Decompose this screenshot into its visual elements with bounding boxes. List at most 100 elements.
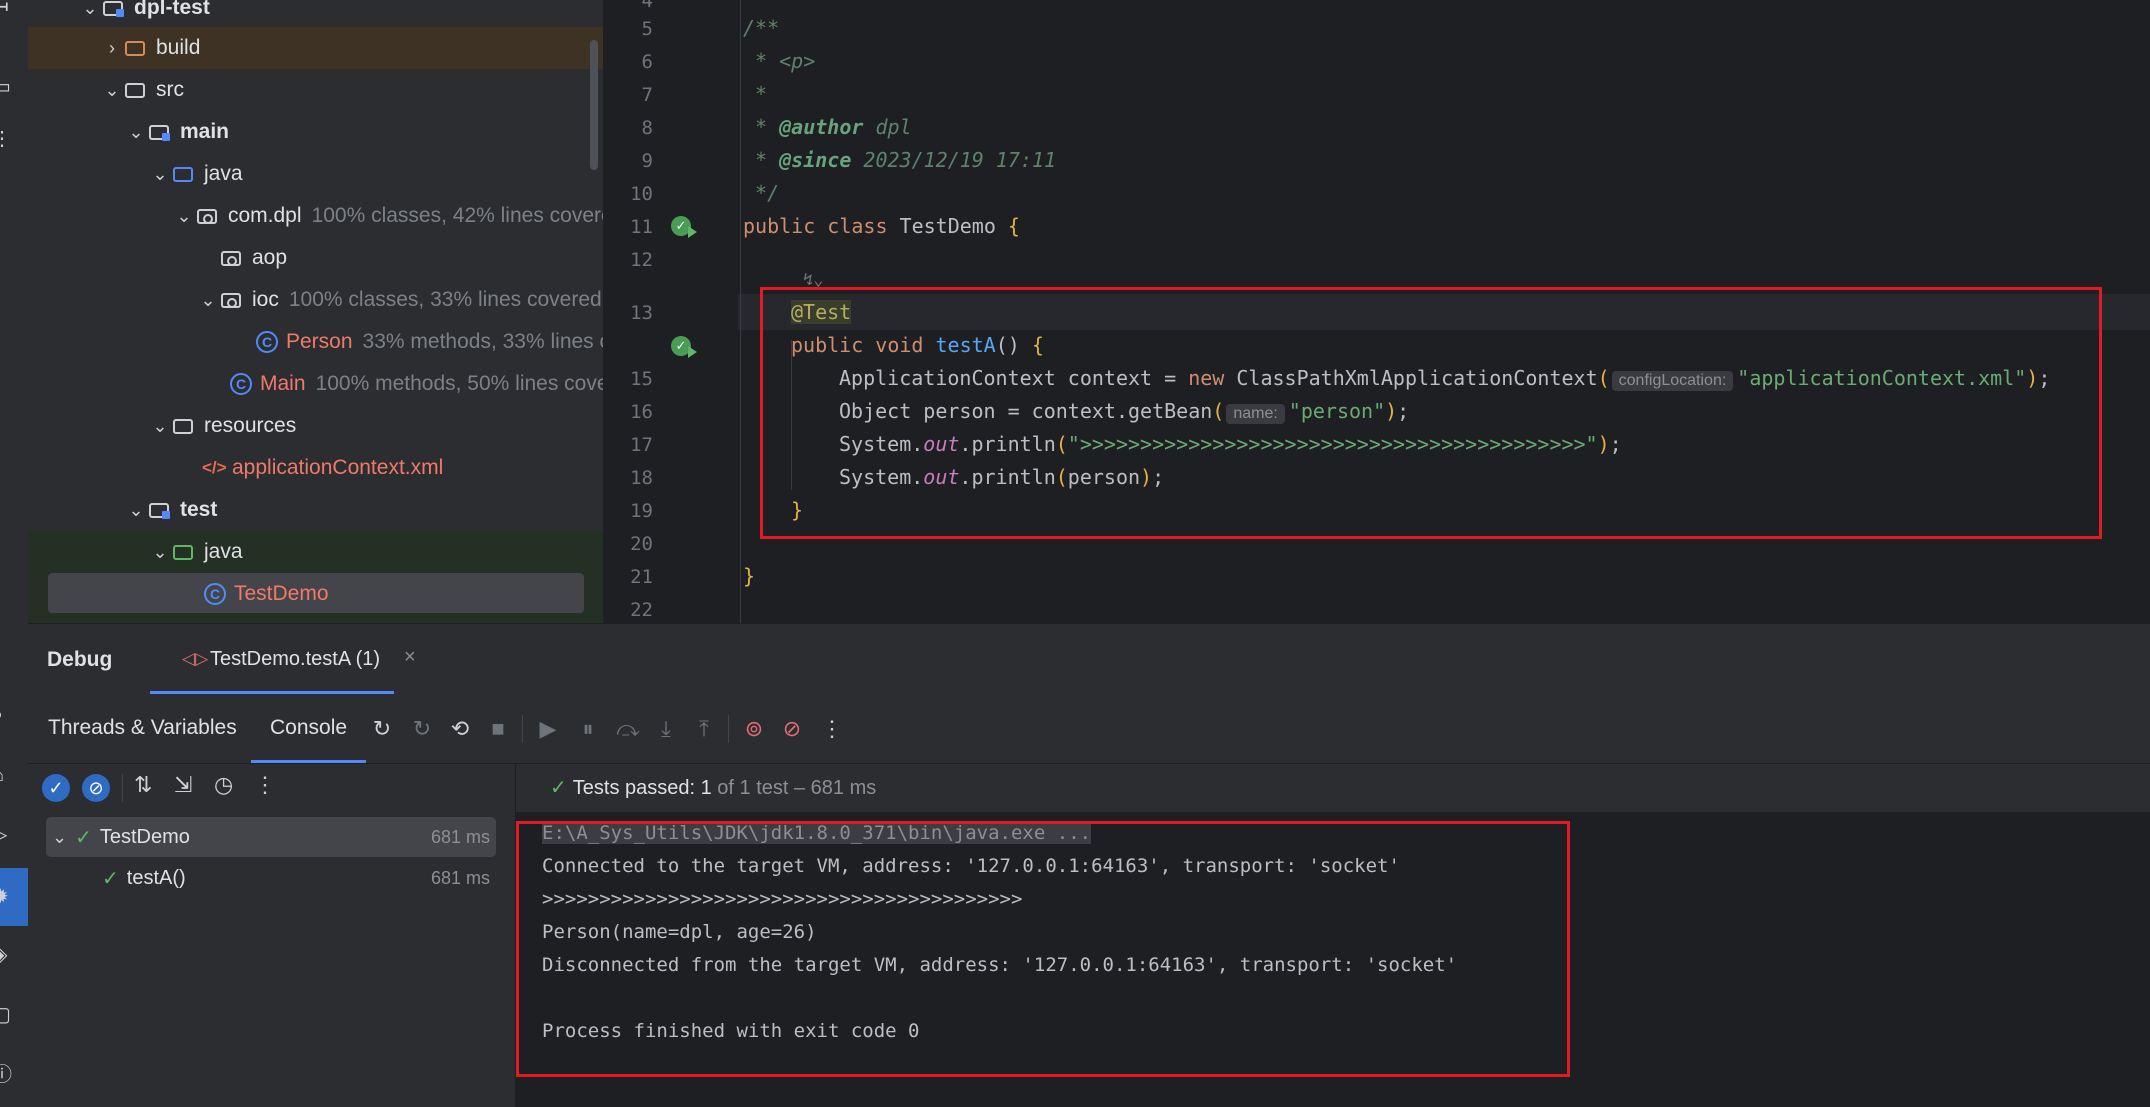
chevron-down-icon[interactable]: ⌄	[148, 416, 172, 437]
chevron-down-icon[interactable]: ⌄	[124, 122, 148, 143]
chevron-down-icon[interactable]: ⌄	[148, 542, 172, 563]
line-number: 4	[641, 0, 653, 12]
line-number: 21	[630, 566, 653, 588]
chevron-down-icon[interactable]: ⌄	[148, 164, 172, 185]
chevron-down-icon[interactable]: ⌄	[124, 500, 148, 521]
chevron-down-icon[interactable]: ⌄	[78, 0, 102, 19]
tree-label: ioc	[252, 288, 279, 311]
tree-label: main	[180, 120, 230, 143]
tree-row-src[interactable]: ⌄ src	[100, 69, 603, 111]
tree-scrollbar[interactable]	[590, 40, 598, 170]
package-icon	[220, 248, 244, 268]
code-line: * <p>	[743, 49, 816, 73]
line-number: 8	[641, 117, 653, 139]
tree-label: Person	[286, 330, 353, 353]
show-ignored-icon[interactable]: ⊘	[82, 774, 110, 802]
run-test-class-icon[interactable]: ✓	[671, 216, 697, 238]
tree-row-main-class[interactable]: C Main 100% methods, 50% lines covered	[230, 363, 603, 405]
rerun-icon[interactable]: ↻	[368, 715, 396, 743]
line-number: 13	[630, 302, 653, 324]
line-number: 10	[630, 183, 653, 205]
tree-row-test-java[interactable]: ⌄ java	[148, 531, 603, 573]
test-row-class[interactable]: ⌄ ✓ TestDemo 681 ms	[46, 817, 496, 857]
run-icon[interactable]: ▷	[0, 820, 28, 850]
terminal-icon[interactable]: ▢	[0, 1000, 28, 1030]
debug-session-tab[interactable]: ◁▷ TestDemo.testA (1) ×	[150, 624, 416, 694]
line-number: 22	[630, 599, 653, 621]
arrow-icon[interactable]: ↤	[0, 0, 28, 22]
tree-row-test[interactable]: ⌄ test	[124, 489, 603, 531]
problems-icon[interactable]: ⓘ	[0, 1060, 28, 1090]
tree-label: dpl-test	[134, 0, 210, 19]
chevron-right-icon[interactable]: ›	[100, 38, 124, 59]
line-number: 20	[630, 533, 653, 555]
chevron-down-icon[interactable]: ⌄	[196, 290, 220, 311]
tree-label: java	[204, 162, 243, 185]
line-number: 12	[630, 249, 653, 271]
stop-icon[interactable]: ■	[484, 715, 512, 743]
resume-icon[interactable]: ▶	[534, 715, 562, 743]
tab-console[interactable]: Console	[251, 693, 367, 763]
step-over-icon[interactable]: ⤼	[614, 715, 642, 743]
test-folder-icon	[172, 542, 196, 562]
tree-label: com.dpl	[228, 204, 302, 227]
tab-threads-variables[interactable]: Threads & Variables	[48, 693, 237, 763]
tree-row-xml[interactable]: </> applicationContext.xml	[202, 447, 603, 489]
folder-icon	[124, 80, 148, 100]
tree-row-person[interactable]: C Person 33% methods, 33% lines covered	[256, 321, 603, 363]
debug-title: Debug	[47, 648, 113, 671]
tree-label: TestDemo	[234, 582, 329, 605]
test-results-tree: ✓ ⊘ ⇅ ⇲ ◷ ⋮ ⌄ ✓ TestDemo 681 ms ✓ testA(…	[28, 764, 516, 1107]
tree-row-com-dpl[interactable]: ⌄ com.dpl 100% classes, 42% lines covere…	[172, 195, 603, 237]
history-icon[interactable]: ◷	[214, 772, 233, 798]
code-line: }	[743, 564, 756, 588]
chevron-down-icon[interactable]: ⌄	[52, 827, 67, 848]
tree-label: aop	[252, 246, 288, 269]
view-breakpoints-icon[interactable]: ⊚	[740, 715, 768, 743]
git-icon[interactable]: ◈	[0, 940, 28, 970]
show-passed-icon[interactable]: ✓	[42, 774, 70, 802]
tree-label: java	[204, 540, 243, 563]
services-icon[interactable]: ⌂	[0, 760, 28, 790]
highlight-box-code	[760, 287, 2102, 539]
more-dots-icon[interactable]: ⋮	[0, 124, 28, 154]
tree-row-aop[interactable]: aop	[220, 237, 603, 279]
tree-row-root[interactable]: ⌄ dpl-test	[78, 0, 603, 29]
line-number: 18	[630, 467, 653, 489]
mute-breakpoints-icon[interactable]: ⊘	[778, 715, 806, 743]
tree-row-testdemo[interactable]: C TestDemo	[204, 573, 603, 615]
line-number: 16	[630, 401, 653, 423]
sort-icon[interactable]: ⇅	[134, 772, 152, 798]
test-row-method[interactable]: ✓ testA() 681 ms	[46, 858, 496, 898]
tree-row-java[interactable]: ⌄ java	[148, 153, 603, 195]
debug-icon[interactable]: ✹	[0, 868, 28, 926]
step-out-icon[interactable]: ⤒	[690, 715, 718, 743]
junit-icon: ◁▷	[182, 649, 209, 668]
passed-check-icon: ✓	[102, 867, 119, 890]
highlight-box-console	[516, 821, 1570, 1077]
package-icon	[220, 290, 244, 310]
activity-strip: ↤ ▭ ⋮ ⌕ ⌂ ▷ ✹ ◈ ▢ ⓘ	[0, 0, 29, 1107]
tree-row-main[interactable]: ⌄ main	[124, 111, 603, 153]
chevron-down-icon[interactable]: ⌄	[100, 80, 124, 101]
collapse-all-icon[interactable]: ⇲	[174, 772, 192, 798]
find-icon[interactable]: ⌕	[0, 700, 28, 730]
tree-row-resources[interactable]: ⌄ resources	[148, 405, 603, 447]
tree-row-ioc[interactable]: ⌄ ioc 100% classes, 33% lines covered	[196, 279, 603, 321]
session-tab-label: TestDemo.testA (1)	[210, 648, 381, 670]
run-test-method-icon[interactable]: ✓	[671, 336, 697, 358]
step-into-icon[interactable]: ⤓	[652, 715, 680, 743]
test-duration: 681 ms	[430, 867, 490, 888]
more-options-icon[interactable]: ⋮	[818, 715, 846, 743]
module-folder-icon	[148, 122, 172, 142]
line-number: 17	[630, 434, 653, 456]
pause-icon[interactable]: ⏸	[574, 715, 602, 743]
rerun-failed-icon[interactable]: ↻	[408, 715, 436, 743]
tree-row-build[interactable]: › build	[100, 27, 603, 69]
close-icon[interactable]: ×	[404, 646, 416, 669]
more-options-icon[interactable]: ⋮	[254, 772, 276, 798]
restart-icon[interactable]: ⟲	[446, 715, 474, 743]
structure-icon[interactable]: ▭	[0, 72, 28, 102]
coverage-text: 100% classes, 42% lines covered	[311, 204, 603, 227]
chevron-down-icon[interactable]: ⌄	[172, 206, 196, 227]
